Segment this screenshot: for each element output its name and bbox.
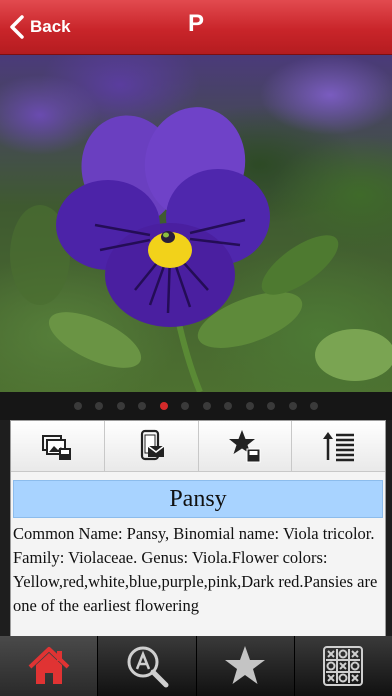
flower-name: Pansy xyxy=(13,480,383,518)
page-dot[interactable] xyxy=(310,402,319,410)
page-dot[interactable] xyxy=(116,402,125,410)
flower-photo[interactable] xyxy=(0,55,392,392)
page-dot[interactable] xyxy=(95,402,104,410)
page-dot[interactable] xyxy=(159,402,168,410)
tab-bar xyxy=(0,636,392,696)
page-dot[interactable] xyxy=(138,402,147,410)
favorite-save-button[interactable] xyxy=(199,421,293,471)
action-toolbar xyxy=(11,421,385,472)
page-dot[interactable] xyxy=(267,402,276,410)
text-size-icon xyxy=(322,432,354,462)
star-icon xyxy=(225,646,266,684)
page-dot[interactable] xyxy=(224,402,233,410)
tab-search[interactable] xyxy=(98,636,197,696)
tab-favorites[interactable] xyxy=(197,636,295,696)
page-dot[interactable] xyxy=(202,402,211,410)
page-dot[interactable] xyxy=(181,402,190,410)
navigation-bar: Back P xyxy=(0,0,392,55)
page-title: P xyxy=(187,10,204,37)
flower-description: Common Name: Pansy, Binomial name: Viola… xyxy=(13,524,378,615)
mobile-share-icon xyxy=(141,429,165,461)
tab-home[interactable] xyxy=(0,636,99,696)
page-dot[interactable] xyxy=(73,402,82,410)
page-dot[interactable] xyxy=(245,402,254,410)
save-photo-icon xyxy=(42,435,72,460)
search-a-icon xyxy=(127,646,169,688)
page-dot[interactable] xyxy=(288,402,297,410)
home-icon xyxy=(28,647,70,684)
flower-detail-panel: Pansy Common Name: Pansy, Binomial name:… xyxy=(10,420,386,638)
save-photo-button[interactable] xyxy=(11,421,105,471)
text-size-button[interactable] xyxy=(292,421,385,471)
tic-tac-toe-icon xyxy=(323,646,364,686)
tab-game[interactable] xyxy=(295,636,392,696)
favorite-save-icon xyxy=(228,430,261,463)
pansy-image xyxy=(10,107,392,392)
page-indicator[interactable] xyxy=(0,392,392,420)
mobile-share-button[interactable] xyxy=(105,421,199,471)
